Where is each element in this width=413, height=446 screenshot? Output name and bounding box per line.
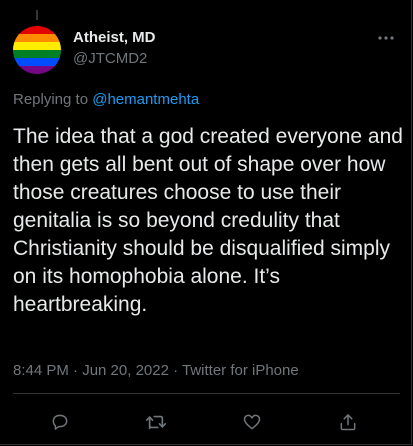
replying-to-mention-link[interactable]: @hemantmehta [92,91,199,108]
author-handle[interactable]: @JTCMD2 [73,50,147,67]
thread-line [36,10,38,20]
like-button[interactable] [238,408,266,436]
retweet-button[interactable] [142,408,170,436]
reply-button[interactable] [46,408,74,436]
more-options-button[interactable] [372,28,400,48]
reply-icon [52,414,68,430]
heart-icon [243,414,261,430]
divider [13,393,400,394]
share-button[interactable] [334,408,362,436]
tweet-card: Atheist, MD @JTCMD2 Replying to @hemantm… [0,0,412,445]
retweet-icon [145,415,167,430]
replying-to: Replying to @hemantmehta [13,91,199,108]
tweet-text: The idea that a god created everyone and… [13,125,403,316]
share-icon [340,414,356,431]
avatar[interactable] [13,26,61,74]
author-display-name[interactable]: Atheist, MD [73,29,156,46]
rainbow-flag-avatar-icon [13,26,61,74]
replying-to-label: Replying to [13,91,89,108]
tweet-meta: 8:44 PM · Jun 20, 2022 · Twitter for iPh… [13,362,299,379]
more-horizontal-icon [378,36,394,40]
